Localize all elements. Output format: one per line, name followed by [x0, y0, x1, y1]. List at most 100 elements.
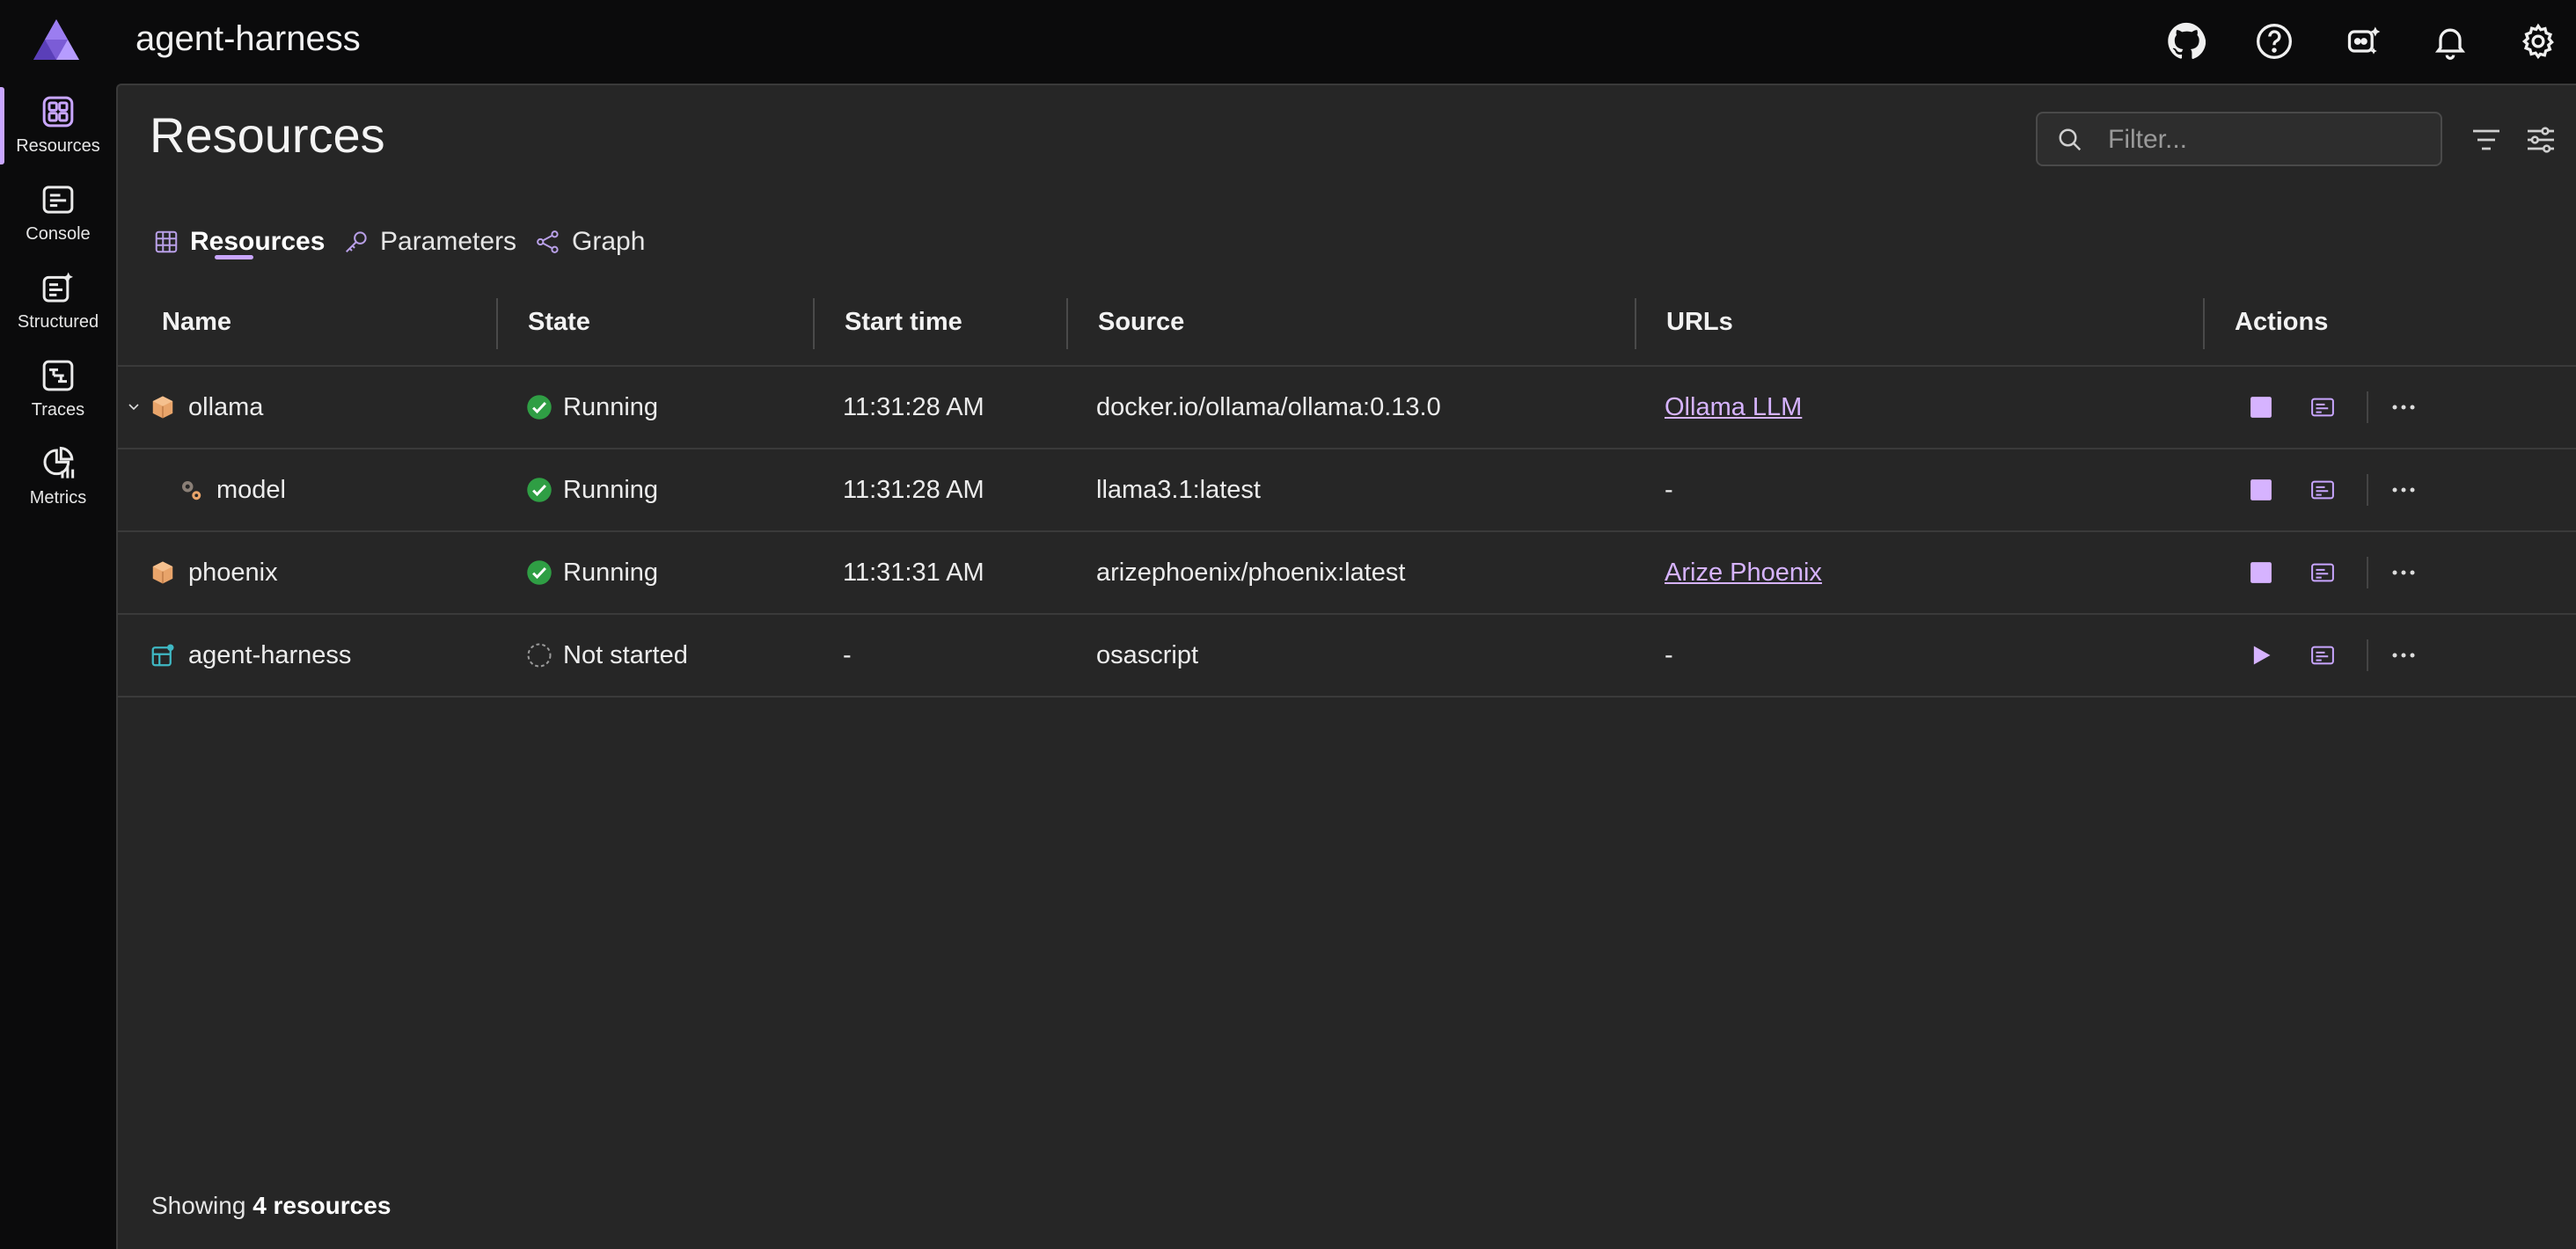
check-circle-icon [527, 478, 552, 502]
resource-start-time: 11:31:31 AM [843, 559, 984, 587]
resource-url-empty: - [1665, 476, 1673, 504]
key-icon [346, 231, 367, 252]
actions-divider [2367, 391, 2368, 423]
tab-parameters[interactable]: Parameters [343, 215, 516, 268]
resource-name[interactable]: agent-harness [188, 615, 351, 696]
bell-icon[interactable] [2428, 19, 2472, 63]
sidebar-item-label: Resources [16, 136, 100, 156]
filter-input[interactable] [2106, 121, 2426, 159]
filter-lines-icon[interactable] [2469, 122, 2504, 157]
column-resize-handle[interactable] [813, 298, 815, 349]
resource-source: osascript [1096, 641, 1199, 669]
check-circle-icon [527, 395, 552, 420]
stop-button[interactable] [2243, 472, 2279, 508]
resource-start-time: - [843, 641, 852, 669]
ellipsis-icon [2392, 570, 2415, 575]
table-row[interactable]: phoenix Running 11:31:31 AM arizephoenix… [118, 532, 2576, 615]
sidebar: Resources Console Structured Traces Metr… [0, 84, 116, 1249]
actions-divider [2367, 639, 2368, 671]
github-icon[interactable] [2164, 19, 2208, 63]
column-header-start-time[interactable]: Start time [845, 279, 962, 365]
console-logs-button[interactable] [2305, 638, 2340, 673]
actions-divider [2367, 557, 2368, 588]
not-started-icon [527, 643, 552, 668]
table-row[interactable]: ollama Running 11:31:28 AM docker.io/oll… [118, 367, 2576, 449]
copilot-icon[interactable] [2342, 19, 2386, 63]
column-resize-handle[interactable] [2203, 298, 2205, 349]
actions-divider [2367, 474, 2368, 506]
sidebar-item-label: Metrics [29, 488, 87, 508]
column-resize-handle[interactable] [496, 298, 498, 349]
gears-icon [182, 481, 201, 500]
column-header-urls[interactable]: URLs [1666, 279, 1733, 365]
filter-box[interactable] [2036, 112, 2442, 166]
more-actions-button[interactable] [2386, 638, 2421, 673]
search-icon [2059, 128, 2082, 151]
stop-icon [2250, 562, 2272, 583]
resource-name[interactable]: model [216, 449, 286, 530]
sidebar-item-metrics[interactable]: Metrics [0, 435, 116, 520]
gear-icon[interactable] [2516, 19, 2560, 63]
top-bar: agent-harness [0, 0, 2576, 84]
console-icon [2311, 646, 2334, 665]
column-header-state[interactable]: State [528, 279, 590, 365]
sidebar-item-label: Structured [17, 312, 99, 332]
table-row[interactable]: agent-harness Not started - osascript - [118, 615, 2576, 698]
table-header: Name State Start time Source URLs Action… [118, 279, 2576, 367]
container-box-icon [152, 396, 173, 419]
resource-url-link[interactable]: Ollama LLM [1665, 367, 1802, 448]
table-icon [155, 230, 178, 253]
console-icon [2311, 480, 2334, 500]
resource-state: Running [563, 476, 659, 504]
tab-label: Parameters [380, 227, 517, 256]
console-icon [42, 186, 74, 214]
table-row[interactable]: model Running 11:31:28 AM llama3.1:lates… [118, 449, 2576, 532]
resource-url-link[interactable]: Arize Phoenix [1665, 532, 1822, 613]
ellipsis-icon [2392, 653, 2415, 658]
container-box-icon [152, 561, 173, 584]
active-tab-indicator [215, 255, 253, 259]
more-actions-button[interactable] [2386, 472, 2421, 508]
metrics-icon [43, 446, 75, 478]
tab-resources[interactable]: Resources [153, 215, 325, 268]
console-logs-button[interactable] [2305, 472, 2340, 508]
resource-start-time: 11:31:28 AM [843, 393, 984, 421]
sidebar-item-structured[interactable]: Structured [0, 259, 116, 344]
help-icon[interactable] [2252, 19, 2296, 63]
resource-count-footer: Showing 4 resources [151, 1192, 391, 1220]
ellipsis-icon [2392, 405, 2415, 410]
column-resize-handle[interactable] [1635, 298, 1636, 349]
start-button[interactable] [2243, 638, 2279, 673]
resources-table: Name State Start time Source URLs Action… [118, 279, 2576, 698]
executable-icon [151, 644, 174, 667]
chevron-down-icon[interactable] [127, 400, 141, 414]
sidebar-item-resources[interactable]: Resources [0, 84, 116, 168]
column-resize-handle[interactable] [1066, 298, 1068, 349]
tab-graph[interactable]: Graph [535, 215, 645, 268]
resource-name[interactable]: ollama [188, 367, 263, 448]
column-header-actions: Actions [2235, 308, 2329, 336]
more-actions-button[interactable] [2386, 555, 2421, 590]
resource-url-empty: - [1665, 641, 1673, 669]
play-icon [2253, 646, 2271, 665]
sidebar-item-traces[interactable]: Traces [0, 347, 116, 432]
resource-source: docker.io/ollama/ollama:0.13.0 [1096, 393, 1441, 421]
column-header-source[interactable]: Source [1098, 279, 1184, 365]
console-logs-button[interactable] [2305, 555, 2340, 590]
console-logs-button[interactable] [2305, 390, 2340, 425]
stop-button[interactable] [2243, 555, 2279, 590]
resource-start-time: 11:31:28 AM [843, 476, 984, 504]
settings-sliders-icon[interactable] [2523, 122, 2558, 157]
more-actions-button[interactable] [2386, 390, 2421, 425]
sidebar-item-console[interactable]: Console [0, 172, 116, 256]
resource-source: llama3.1:latest [1096, 476, 1261, 504]
column-header-name[interactable]: Name [162, 279, 231, 365]
stop-button[interactable] [2243, 390, 2279, 425]
tab-label: Resources [190, 227, 326, 256]
structured-logs-icon [42, 272, 73, 303]
sidebar-item-label: Traces [31, 400, 85, 420]
sidebar-item-label: Console [26, 224, 91, 244]
resource-name[interactable]: phoenix [188, 532, 278, 613]
resource-state: Running [563, 393, 659, 421]
app-logo-icon[interactable] [32, 18, 81, 62]
